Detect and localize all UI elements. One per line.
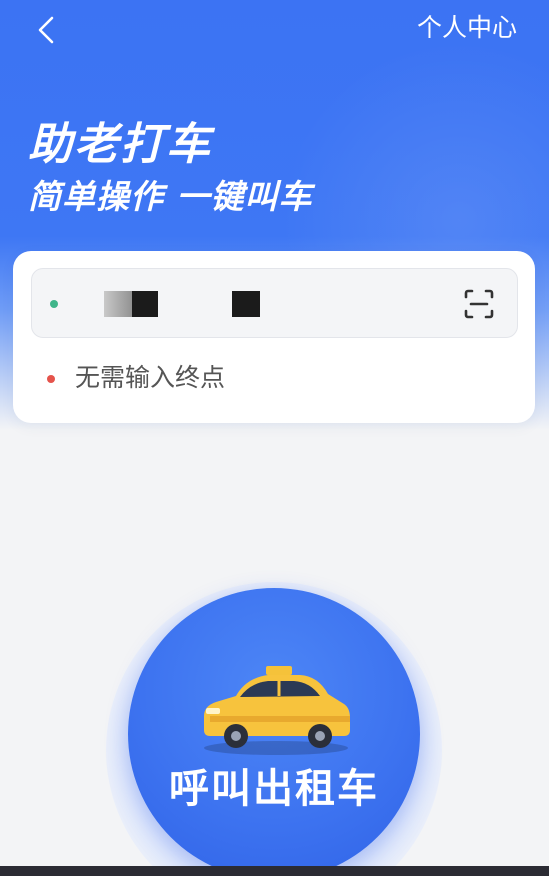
destination-dot	[47, 375, 55, 383]
back-button[interactable]	[30, 10, 66, 50]
chevron-left-icon	[38, 16, 54, 44]
profile-link[interactable]: 个人中心	[417, 10, 517, 46]
scan-button[interactable]	[459, 284, 499, 324]
page-title: 助老打车	[28, 119, 212, 170]
scan-icon	[464, 289, 494, 319]
route-card: 无需输入终点	[13, 251, 535, 423]
origin-address-redacted	[232, 291, 260, 317]
taxi-icon	[204, 666, 350, 755]
destination-text: 无需输入终点	[75, 363, 226, 392]
origin-address-redacted	[132, 291, 158, 317]
origin-field[interactable]	[31, 268, 518, 338]
call-taxi-button[interactable]: 呼叫出租车	[128, 588, 420, 876]
origin-address-redacted	[104, 291, 134, 317]
system-bottom-bar	[0, 866, 549, 876]
origin-dot	[50, 300, 58, 308]
page-subtitle: 简单操作 一键叫车	[28, 177, 313, 216]
destination-field[interactable]: 无需输入终点	[31, 351, 518, 405]
call-taxi-label: 呼叫出租车	[169, 766, 379, 812]
